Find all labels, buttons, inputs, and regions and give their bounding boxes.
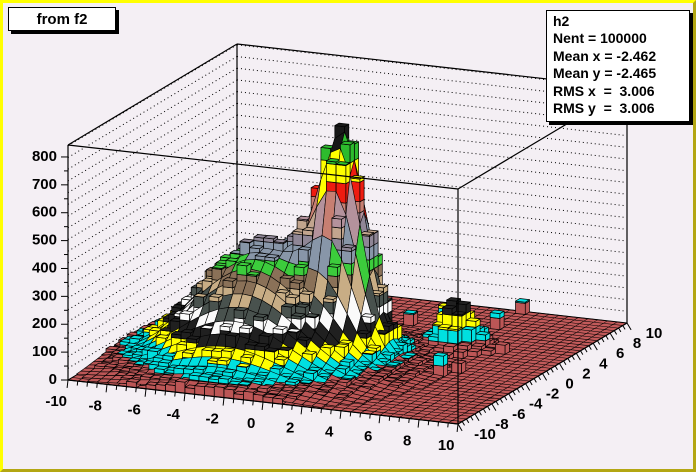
stats-mean-y: Mean y = -2.465 xyxy=(553,65,689,82)
x-axis-label: -10 xyxy=(45,393,67,410)
x-axis-label: 0 xyxy=(247,415,255,432)
z-axis-label: 100 xyxy=(32,343,57,360)
y-axis-label: -10 xyxy=(474,426,496,443)
x-axis-label: -6 xyxy=(128,402,141,419)
z-axis-label: 400 xyxy=(32,259,57,276)
x-axis-label: 4 xyxy=(325,424,334,441)
y-axis-label: -2 xyxy=(546,386,559,403)
z-axis-label: 700 xyxy=(32,176,57,193)
y-axis-label: -4 xyxy=(529,396,543,413)
x-axis-label: 6 xyxy=(364,428,372,445)
y-axis-label: 6 xyxy=(616,345,624,362)
z-axis-label: 800 xyxy=(32,148,57,165)
x-axis-label: -2 xyxy=(206,410,219,427)
y-axis-label: 10 xyxy=(646,325,663,342)
y-axis-label: 0 xyxy=(565,375,573,392)
stats-box[interactable]: h2 Nent = 100000 Mean x = -2.462 Mean y … xyxy=(546,10,690,122)
y-axis-label: -6 xyxy=(512,406,525,423)
y-axis-label: 8 xyxy=(633,335,641,352)
x-axis-label: -4 xyxy=(167,406,181,423)
z-axis-label: 500 xyxy=(32,232,57,249)
stats-rms-y: RMS y = 3.006 xyxy=(553,100,689,117)
z-axis: 0 100 200 300 400 500 600 700 800 xyxy=(32,148,68,388)
stats-hist-name: h2 xyxy=(553,13,689,30)
lego-and-surface xyxy=(77,123,530,408)
root-canvas: -10-8-6-4-20246810-10-8-6-4-202468100100… xyxy=(0,0,696,472)
z-axis-label: 0 xyxy=(49,371,57,388)
title-box[interactable]: from f2 xyxy=(8,7,116,31)
y-axis-label: 2 xyxy=(582,365,590,382)
y-axis-label: -8 xyxy=(495,416,508,433)
stats-entries: Nent = 100000 xyxy=(553,30,689,47)
x-axis-label: 10 xyxy=(438,437,455,454)
x-axis-label: -8 xyxy=(89,397,102,414)
x-axis-label: 2 xyxy=(286,419,294,436)
z-axis-label: 600 xyxy=(32,204,57,221)
stats-mean-x: Mean x = -2.462 xyxy=(553,48,689,65)
plot-title: from f2 xyxy=(37,11,88,28)
x-axis-label: 8 xyxy=(403,432,411,449)
stats-rms-x: RMS x = 3.006 xyxy=(553,83,689,100)
z-axis-label: 200 xyxy=(32,315,57,332)
z-axis-label: 300 xyxy=(32,287,57,304)
y-axis-label: 4 xyxy=(599,355,608,372)
